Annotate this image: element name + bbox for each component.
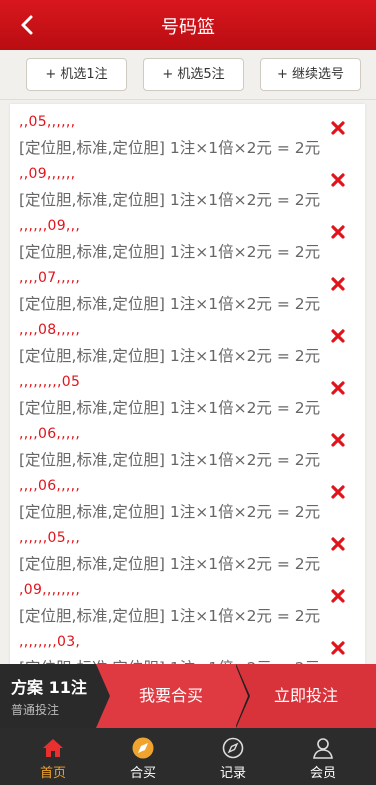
bet-entry: ,,,,07,,,,, [定位胆,标准,定位胆] 1注×1倍×2元 = 2元 [10, 260, 365, 313]
bet-description: [定位胆,标准,定位胆] 1注×1倍×2元 = 2元 [19, 347, 321, 365]
delete-icon[interactable] [331, 485, 345, 499]
tab-label: 合买 [129, 766, 156, 781]
random-pick-5-button[interactable]: + 机选5注 [143, 58, 244, 91]
delete-icon[interactable] [331, 589, 345, 603]
bet-numbers: ,,,,06,,,,, [19, 478, 81, 494]
compass-joint-icon [132, 737, 154, 759]
bet-description: [定位胆,标准,定位胆] 1注×1倍×2元 = 2元 [19, 243, 321, 261]
home-icon [43, 739, 63, 757]
delete-icon[interactable] [331, 433, 345, 447]
delete-icon[interactable] [331, 329, 345, 343]
bet-description: [定位胆,标准,定位胆] 1注×1倍×2元 = 2元 [19, 607, 321, 625]
delete-icon[interactable] [331, 641, 345, 655]
tab-records[interactable]: 记录 [186, 728, 280, 785]
delete-icon[interactable] [331, 173, 345, 187]
bet-entry: ,,05,,,,,, [定位胆,标准,定位胆] 1注×1倍×2元 = 2元 [10, 104, 365, 157]
bet-description: [定位胆,标准,定位胆] 1注×1倍×2元 = 2元 [19, 139, 321, 157]
bet-description: [定位胆,标准,定位胆] 1注×1倍×2元 = 2元 [19, 503, 321, 521]
bet-description: [定位胆,标准,定位胆] 1注×1倍×2元 = 2元 [19, 451, 321, 469]
delete-icon[interactable] [331, 277, 345, 291]
tab-label: 记录 [219, 766, 246, 781]
top-header: 号码篮 [0, 0, 376, 50]
divider-arrow [235, 664, 248, 728]
bet-entry: ,,,,06,,,,, [定位胆,标准,定位胆] 1注×1倍×2元 = 2元 [10, 416, 365, 469]
bet-footer: 方案 11注 普通投注 我要合买 立即投注 [0, 664, 376, 728]
bet-now-button[interactable]: 立即投注 [236, 664, 376, 728]
tab-joint-buy[interactable]: 合买 [96, 728, 190, 785]
bet-description: [定位胆,标准,定位胆] 1注×1倍×2元 = 2元 [19, 555, 321, 573]
bet-numbers: ,,,,,,09,,, [19, 218, 81, 234]
bet-numbers: ,,,,,,,,,05 [19, 374, 81, 390]
continue-pick-button[interactable]: + 继续选号 [260, 58, 361, 91]
bet-description: [定位胆,标准,定位胆] 1注×1倍×2元 = 2元 [19, 191, 321, 209]
bet-numbers: ,,,,,,,,03, [19, 634, 81, 650]
page-title: 号码篮 [161, 17, 215, 38]
bet-numbers: ,,09,,,,,, [19, 166, 76, 182]
bet-numbers: ,,,,08,,,,, [19, 322, 81, 338]
tab-member[interactable]: 会员 [276, 728, 370, 785]
joint-buy-button[interactable]: 我要合买 [96, 664, 246, 728]
plan-count: 方案 11注 [11, 678, 87, 697]
bet-description: [定位胆,标准,定位胆] 1注×1倍×2元 = 2元 [19, 295, 321, 313]
bet-list: ,,05,,,,,, [定位胆,标准,定位胆] 1注×1倍×2元 = 2元 ,,… [10, 104, 365, 684]
user-icon [313, 738, 333, 759]
tab-label: 会员 [309, 766, 336, 781]
bet-numbers: ,,,,06,,,,, [19, 426, 81, 442]
compass-icon [222, 737, 244, 759]
divider-arrow [96, 664, 110, 728]
bottom-tab-bar: 首页 合买 记录 会员 [0, 728, 376, 785]
delete-icon[interactable] [331, 121, 345, 135]
random-pick-1-button[interactable]: + 机选1注 [26, 58, 127, 91]
bet-entry: ,,,,,,05,,, [定位胆,标准,定位胆] 1注×1倍×2元 = 2元 [10, 520, 365, 573]
tab-label: 首页 [39, 766, 66, 781]
bet-description: [定位胆,标准,定位胆] 1注×1倍×2元 = 2元 [19, 399, 321, 417]
delete-icon[interactable] [331, 537, 345, 551]
bet-entry: ,09,,,,,,,, [定位胆,标准,定位胆] 1注×1倍×2元 = 2元 [10, 572, 365, 625]
bet-numbers: ,,,,07,,,,, [19, 270, 81, 286]
plan-summary: 方案 11注 普通投注 [0, 664, 110, 728]
bet-entry: ,,,,06,,,,, [定位胆,标准,定位胆] 1注×1倍×2元 = 2元 [10, 468, 365, 521]
bet-numbers: ,,,,,,05,,, [19, 530, 81, 546]
action-bar: + 机选1注 + 机选5注 + 继续选号 [0, 50, 376, 100]
tab-home[interactable]: 首页 [6, 728, 100, 785]
delete-icon[interactable] [331, 225, 345, 239]
bet-entry: ,,09,,,,,, [定位胆,标准,定位胆] 1注×1倍×2元 = 2元 [10, 156, 365, 209]
delete-icon[interactable] [331, 381, 345, 395]
bet-entry: ,,,,,,,,,05 [定位胆,标准,定位胆] 1注×1倍×2元 = 2元 [10, 364, 365, 417]
bet-numbers: ,09,,,,,,,, [19, 582, 81, 598]
bet-entry: ,,,,08,,,,, [定位胆,标准,定位胆] 1注×1倍×2元 = 2元 [10, 312, 365, 365]
bet-numbers: ,,05,,,,,, [19, 114, 76, 130]
bet-entry: ,,,,,,09,,, [定位胆,标准,定位胆] 1注×1倍×2元 = 2元 [10, 208, 365, 261]
plan-type: 普通投注 [11, 703, 60, 717]
